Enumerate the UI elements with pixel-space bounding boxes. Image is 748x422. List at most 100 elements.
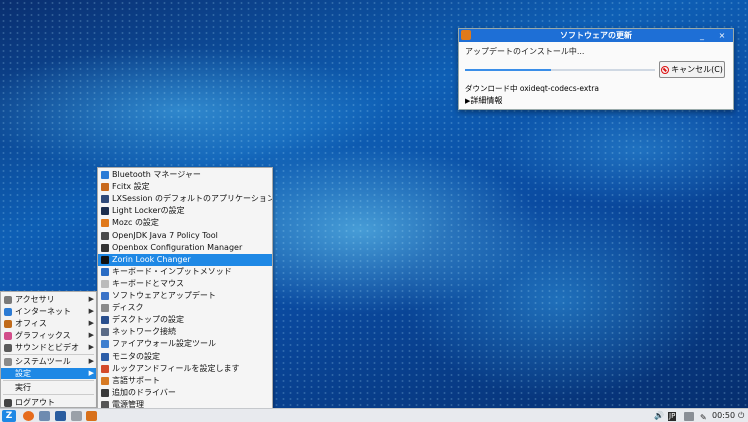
menu-item[interactable]: 設定 ▶ xyxy=(1,368,96,379)
workspace-2-icon[interactable] xyxy=(71,411,82,421)
application-menu: アクセサリ ▶ インターネット ▶ オフィス ▶ グラフィックス ▶ サウンドとビデオ ▶ システム… xyxy=(0,291,97,408)
start-menu-button[interactable]: Z xyxy=(2,410,16,422)
settings-menu-item[interactable]: Openbox Configuration Manager xyxy=(98,242,272,254)
power-icon[interactable]: ⏻ xyxy=(738,410,744,422)
menu-item[interactable]: 実行 xyxy=(1,382,96,393)
settings-menu-item[interactable]: ルックアンドフィールを設定します xyxy=(98,363,272,375)
cancel-icon xyxy=(661,65,670,74)
multimedia-icon xyxy=(4,344,12,352)
chevron-right-icon: ▶ xyxy=(88,343,94,351)
firewall-icon xyxy=(101,340,109,349)
menu-item[interactable]: システムツール ▶ xyxy=(1,356,96,367)
settings-menu-item-label: OpenJDK Java 7 Policy Tool xyxy=(112,230,218,240)
chevron-right-icon: ▶ xyxy=(88,319,94,327)
menu-item-label: アクセサリ xyxy=(15,295,55,304)
workspace-1-icon[interactable] xyxy=(55,411,66,421)
chevron-right-icon: ▶ xyxy=(88,357,94,365)
chevron-right-icon: ▶ xyxy=(88,369,94,377)
display-icon xyxy=(101,352,109,361)
install-message: アップデートのインストール中... xyxy=(465,47,585,56)
language-icon xyxy=(101,376,109,385)
menu-item-label: オフィス xyxy=(15,319,47,328)
menu-item-label: サウンドとビデオ xyxy=(15,343,79,352)
minimize-button[interactable]: _ xyxy=(695,29,709,42)
zorin-icon xyxy=(101,255,109,264)
settings-menu-item[interactable]: Light Lockerの設定 xyxy=(98,205,272,217)
settings-menu-item[interactable]: Zorin Look Changer xyxy=(98,253,272,267)
network-icon[interactable] xyxy=(684,412,694,421)
settings-menu-item[interactable]: OpenJDK Java 7 Policy Tool xyxy=(98,230,272,242)
settings-menu-item-label: Mozc の設定 xyxy=(112,218,159,228)
settings-menu-item[interactable]: Fcitx 設定 xyxy=(98,181,272,193)
settings-menu-item[interactable]: ファイアウォール設定ツール xyxy=(98,338,272,350)
system-tools-icon xyxy=(4,358,12,366)
progress-fill xyxy=(465,69,551,71)
download-status: ダウンロード中 oxideqt-codecs-extra xyxy=(465,84,599,93)
driver-icon xyxy=(101,388,109,397)
software-update-icon xyxy=(461,30,471,40)
chevron-right-icon: ▶ xyxy=(88,307,94,315)
globe-icon xyxy=(4,308,12,316)
details-expander[interactable]: ▶詳細情報 xyxy=(465,95,502,106)
settings-menu-item-label: Zorin Look Changer xyxy=(112,254,191,264)
settings-menu-item[interactable]: LXSession のデフォルトのアプリケーション xyxy=(98,193,272,205)
menu-item[interactable]: サウンドとビデオ ▶ xyxy=(1,342,96,353)
menu-item[interactable]: インターネット ▶ xyxy=(1,306,96,317)
menu-item-label: 実行 xyxy=(15,383,31,392)
menu-item[interactable]: ログアウト xyxy=(1,397,96,408)
keyboard-layout-indicator[interactable]: JP xyxy=(668,412,677,421)
settings-menu-item-label: キーボード・インプットメソッド xyxy=(112,266,232,276)
openbox-icon xyxy=(101,243,109,252)
cancel-label: キャンセル(C) xyxy=(671,65,723,74)
settings-menu-item[interactable]: Bluetooth マネージャー xyxy=(98,169,272,181)
details-label: 詳細情報 xyxy=(470,96,503,105)
chevron-right-icon: ▶ xyxy=(88,295,94,303)
pen-icon[interactable]: ✎ xyxy=(700,412,708,422)
settings-menu-item-label: LXSession のデフォルトのアプリケーション xyxy=(112,194,272,204)
install-progress-bar xyxy=(465,69,655,71)
menu-item-label: ログアウト xyxy=(15,398,55,407)
menu-item[interactable]: グラフィックス ▶ xyxy=(1,330,96,341)
settings-menu-item[interactable]: Mozc の設定 xyxy=(98,217,272,229)
monitor-icon xyxy=(101,195,109,204)
firefox-icon[interactable] xyxy=(23,411,34,421)
settings-menu-item-label: 追加のドライバー xyxy=(112,387,176,397)
settings-menu-item-label: Light Lockerの設定 xyxy=(112,206,185,216)
keyboard-input-icon xyxy=(101,267,109,276)
settings-menu-item[interactable]: 追加のドライバー xyxy=(98,387,272,399)
keyboard-icon xyxy=(101,279,109,288)
settings-menu-item-label: キーボードとマウス xyxy=(112,278,184,288)
settings-menu-item[interactable]: ディスク xyxy=(98,302,272,314)
menu-item[interactable]: オフィス ▶ xyxy=(1,318,96,329)
office-icon xyxy=(4,320,12,328)
settings-menu-item[interactable]: デスクトップの設定 xyxy=(98,314,272,326)
software-update-dialog: ソフトウェアの更新 _ × アップデートのインストール中... キャンセル(C)… xyxy=(458,28,734,110)
appearance-icon xyxy=(101,364,109,373)
fcitx-icon xyxy=(101,183,109,192)
disk-icon xyxy=(101,304,109,313)
network-icon xyxy=(101,328,109,337)
menu-item-label: インターネット xyxy=(15,307,71,316)
files-icon[interactable] xyxy=(39,411,50,421)
settings-menu-item[interactable]: 言語サポート xyxy=(98,375,272,387)
menu-separator xyxy=(3,380,94,381)
volume-icon[interactable]: 🔊 xyxy=(654,410,664,422)
settings-menu-item[interactable]: ネットワーク接続 xyxy=(98,326,272,338)
close-button[interactable]: × xyxy=(715,29,729,42)
dialog-titlebar[interactable]: ソフトウェアの更新 _ × xyxy=(459,29,733,42)
clock[interactable]: 00:50 xyxy=(712,410,735,422)
settings-menu-item[interactable]: モニタの設定 xyxy=(98,351,272,363)
settings-menu-item[interactable]: キーボード・インプットメソッド xyxy=(98,266,272,278)
settings-menu-item-label: ルックアンドフィールを設定します xyxy=(112,363,240,373)
menu-separator xyxy=(3,354,94,355)
desktop-icon xyxy=(101,316,109,325)
update-app-icon[interactable] xyxy=(86,411,97,421)
bluetooth-icon xyxy=(101,171,109,179)
cancel-button[interactable]: キャンセル(C) xyxy=(659,61,725,78)
menu-item[interactable]: アクセサリ ▶ xyxy=(1,294,96,305)
settings-menu-item-label: モニタの設定 xyxy=(112,351,160,361)
settings-menu-item[interactable]: キーボードとマウス xyxy=(98,278,272,290)
settings-menu-item-label: ソフトウェアとアップデート xyxy=(112,291,216,300)
chevron-right-icon: ▶ xyxy=(88,331,94,339)
settings-menu-item[interactable]: ソフトウェアとアップデート xyxy=(98,290,272,302)
